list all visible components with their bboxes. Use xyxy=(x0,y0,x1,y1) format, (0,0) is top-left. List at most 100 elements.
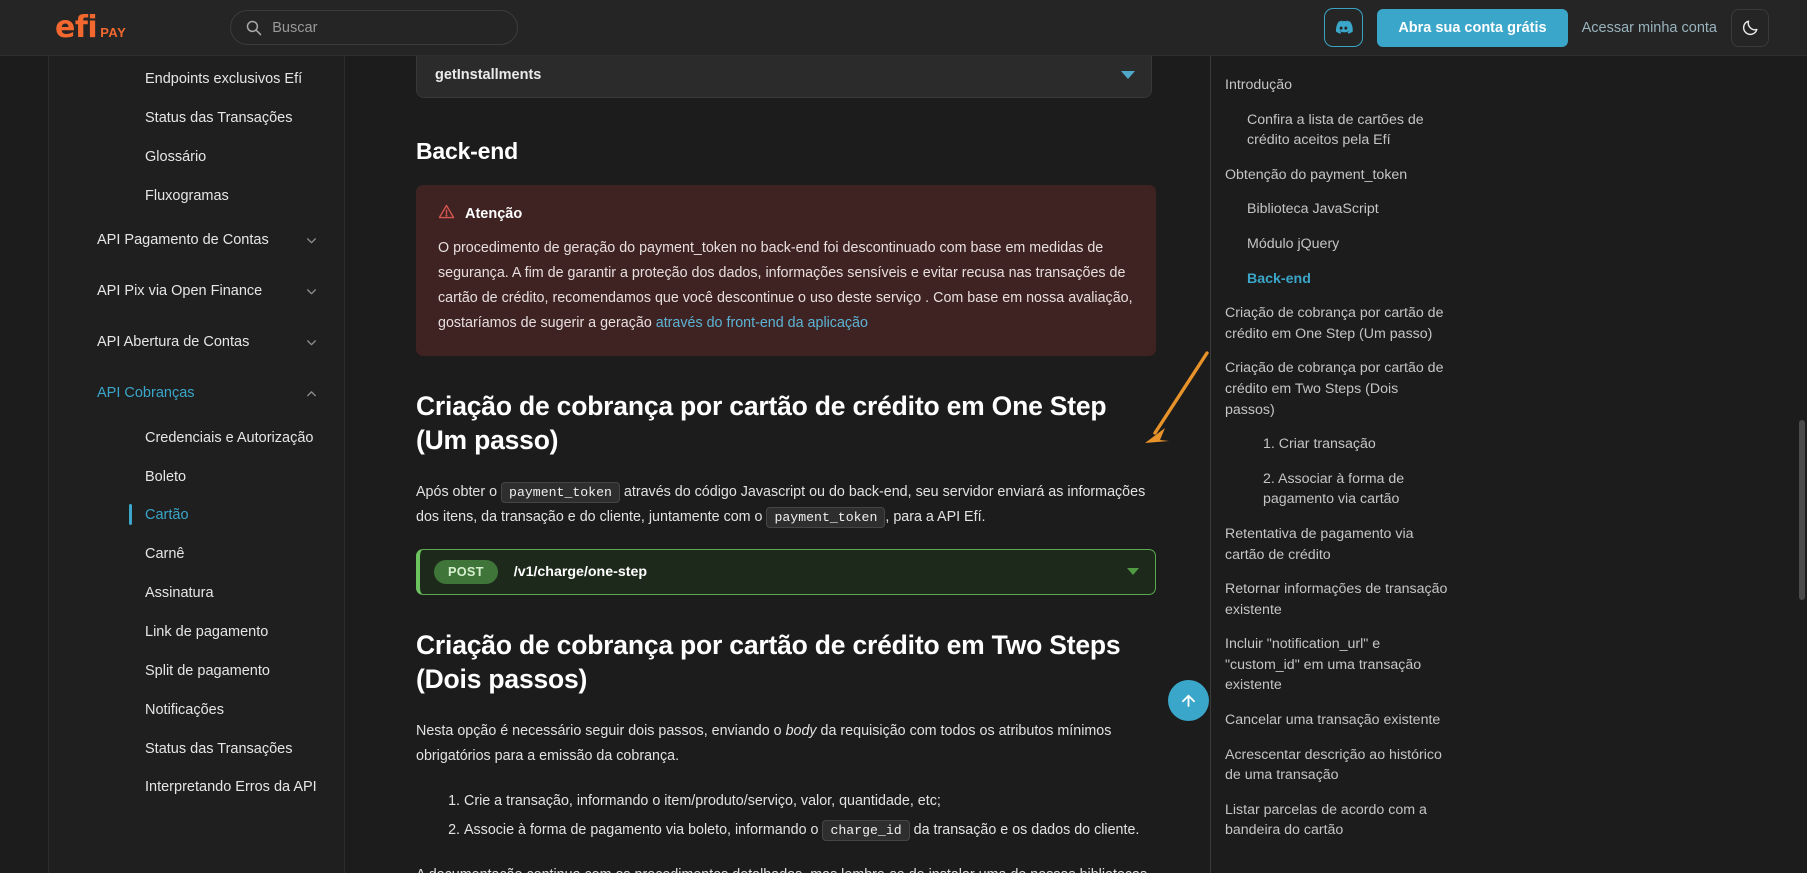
logo-pay-text: PAY xyxy=(100,24,127,40)
toc-item-one-step[interactable]: Criação de cobrança por cartão de crédit… xyxy=(1225,296,1465,351)
sidebar-item-carne[interactable]: Carnê xyxy=(49,535,344,574)
left-gutter xyxy=(0,56,48,873)
sidebar-item-link-pagamento[interactable]: Link de pagamento xyxy=(49,613,344,652)
sidebar-group-api-pix-open-finance[interactable]: API Pix via Open Finance xyxy=(49,266,344,317)
heading-one-step: Criação de cobrança por cartão de crédit… xyxy=(416,391,1107,455)
page-root: efi PAY Buscar Abra sua conta grátis Ace… xyxy=(0,0,1807,873)
sidebar-item-label: Link de pagamento xyxy=(145,623,269,640)
login-link[interactable]: Acessar minha conta xyxy=(1582,20,1717,36)
intro-text-1: Nesta opção é necessário seguir dois pas… xyxy=(416,722,786,739)
toc-item-introducao[interactable]: Introdução xyxy=(1225,68,1465,103)
sidebar-item-credenciais-autorizacao[interactable]: Credenciais e Autorização xyxy=(49,419,344,458)
sidebar-item-label: Interpretando Erros da API xyxy=(145,779,317,796)
step-2-text-before: Associe à forma de pagamento via boleto,… xyxy=(464,822,823,839)
sidebar-group-api-cobrancas[interactable]: API Cobranças xyxy=(49,368,344,419)
sidebar-item-label: Cartão xyxy=(145,507,189,524)
chevron-down-icon xyxy=(305,234,318,247)
callout-header: Atenção xyxy=(438,203,1134,225)
toc-item-two-steps[interactable]: Criação de cobrança por cartão de crédit… xyxy=(1225,351,1465,427)
code-charge-id: charge_id xyxy=(822,820,910,842)
sidebar-item-cartao[interactable]: Cartão xyxy=(49,496,344,535)
sidebar-item-label: Credenciais e Autorização xyxy=(145,429,314,446)
sidebar-item-label: API Abertura de Contas xyxy=(97,334,250,351)
sidebar-item-label: Status das Transações xyxy=(145,109,293,126)
http-method-badge: POST xyxy=(434,559,498,584)
chevron-down-icon xyxy=(305,336,318,349)
page-scrollbar[interactable] xyxy=(1799,420,1805,600)
search-icon xyxy=(245,19,262,36)
chevron-down-icon xyxy=(305,285,318,298)
top-header: efi PAY Buscar Abra sua conta grátis Ace… xyxy=(0,0,1807,56)
sidebar-item-interpretando-erros[interactable]: Interpretando Erros da API xyxy=(49,768,344,807)
left-sidebar: Endpoints exclusivos Efí Status das Tran… xyxy=(48,56,345,873)
code-payment-token-1: payment_token xyxy=(501,481,620,503)
warning-triangle-icon xyxy=(438,203,455,225)
moon-icon[interactable] xyxy=(1731,8,1769,47)
attention-callout: Atenção O procedimento de geração do pay… xyxy=(416,185,1156,357)
open-account-button[interactable]: Abra sua conta grátis xyxy=(1377,8,1568,47)
toc-item-retentativa-pagamento[interactable]: Retentativa de pagamento via cartão de c… xyxy=(1225,517,1465,572)
sidebar-item-label: Boleto xyxy=(145,468,187,485)
step-1-text: Crie a transação, informando o item/prod… xyxy=(464,793,941,810)
sidebar-item-label: Split de pagamento xyxy=(145,662,270,679)
two-steps-list: Crie a transação, informando o item/prod… xyxy=(416,787,1156,844)
sidebar-item-glossario[interactable]: Glossário xyxy=(49,138,344,177)
toc-item-retornar-informacoes[interactable]: Retornar informações de transação existe… xyxy=(1225,572,1465,627)
para-text-1: Após obter o xyxy=(416,483,502,500)
search-placeholder: Buscar xyxy=(272,19,318,36)
get-installments-dropdown[interactable]: getInstallments xyxy=(416,56,1152,98)
sidebar-item-assinatura[interactable]: Assinatura xyxy=(49,574,344,613)
closing-paragraph: A documentação continua com os procedime… xyxy=(416,863,1156,873)
chevron-down-icon xyxy=(1121,70,1135,79)
right-table-of-contents: Introdução Confira a lista de cartões de… xyxy=(1210,56,1540,873)
front-end-link[interactable]: através do front-end da aplicação xyxy=(656,315,868,331)
toc-item-lista-cartoes[interactable]: Confira a lista de cartões de crédito ac… xyxy=(1225,103,1465,158)
sidebar-item-notificacoes[interactable]: Notificações xyxy=(49,691,344,730)
toc-item-criar-transacao[interactable]: 1. Criar transação xyxy=(1225,427,1465,462)
sidebar-group-api-abertura-contas[interactable]: API Abertura de Contas xyxy=(49,317,344,368)
toc-item-cancelar-transacao[interactable]: Cancelar uma transação existente xyxy=(1225,703,1465,738)
sidebar-item-endpoints-exclusivos[interactable]: Endpoints exclusivos Efí xyxy=(49,60,344,99)
scroll-to-top-button[interactable] xyxy=(1168,680,1209,721)
chevron-up-icon xyxy=(305,387,318,400)
efi-pay-logo[interactable]: efi PAY xyxy=(55,9,127,45)
callout-title: Atenção xyxy=(465,206,523,222)
sidebar-item-label: Endpoints exclusivos Efí xyxy=(145,71,303,87)
sidebar-item-label: Carnê xyxy=(145,546,185,563)
sidebar-item-label: API Pix via Open Finance xyxy=(97,283,263,300)
sidebar-item-label: Fluxogramas xyxy=(145,187,229,204)
sidebar-item-status-transacoes-top[interactable]: Status das Transações xyxy=(49,99,344,138)
sidebar-item-fluxogramas[interactable]: Fluxogramas xyxy=(49,177,344,216)
chevron-down-icon xyxy=(1127,568,1139,576)
page-title-back-end: Back-end xyxy=(416,138,518,164)
toc-item-obtencao-payment-token[interactable]: Obtenção do payment_token xyxy=(1225,158,1465,193)
discord-icon[interactable] xyxy=(1324,8,1364,47)
toc-item-back-end[interactable]: Back-end xyxy=(1225,262,1465,297)
content-column: getInstallments Back-end Atenção O proce… xyxy=(416,56,1156,873)
sidebar-item-status-transacoes[interactable]: Status das Transações xyxy=(49,730,344,769)
dropdown-label: getInstallments xyxy=(435,66,542,83)
toc-item-modulo-jquery[interactable]: Módulo jQuery xyxy=(1225,227,1465,262)
endpoint-left: POST /v1/charge/one-step xyxy=(434,559,648,584)
sidebar-item-boleto[interactable]: Boleto xyxy=(49,458,344,497)
search-box[interactable]: Buscar xyxy=(230,10,519,45)
endpoint-one-step[interactable]: POST /v1/charge/one-step xyxy=(416,548,1156,595)
header-actions: Abra sua conta grátis Acessar minha cont… xyxy=(1324,8,1769,47)
sidebar-item-label: API Pagamento de Contas xyxy=(97,232,269,249)
one-step-paragraph: Após obter o payment_token através do có… xyxy=(416,480,1156,531)
sidebar-group-api-pagamento-contas[interactable]: API Pagamento de Contas xyxy=(49,215,344,266)
toc-item-biblioteca-javascript[interactable]: Biblioteca JavaScript xyxy=(1225,192,1465,227)
toc-item-associar-forma-pagamento[interactable]: 2. Associar à forma de pagamento via car… xyxy=(1225,462,1465,517)
para-text-3: , para a API Efí. xyxy=(885,509,986,526)
toc-item-acrescentar-descricao[interactable]: Acrescentar descrição ao histórico de um… xyxy=(1225,738,1465,793)
sidebar-item-split-pagamento[interactable]: Split de pagamento xyxy=(49,652,344,691)
logo-efi-text: efi xyxy=(55,9,98,45)
toc-item-listar-parcelas[interactable]: Listar parcelas de acordo com a bandeira… xyxy=(1225,793,1465,848)
active-indicator xyxy=(129,504,132,526)
toc-item-incluir-notification-url[interactable]: Incluir "notification_url" e "custom_id"… xyxy=(1225,627,1465,703)
main-content: getInstallments Back-end Atenção O proce… xyxy=(346,56,1210,873)
endpoint-path: /v1/charge/one-step xyxy=(513,563,648,580)
two-steps-intro: Nesta opção é necessário seguir dois pas… xyxy=(416,719,1156,770)
list-item: Crie a transação, informando o item/prod… xyxy=(464,787,1156,816)
sidebar-item-label: Notificações xyxy=(145,701,224,718)
